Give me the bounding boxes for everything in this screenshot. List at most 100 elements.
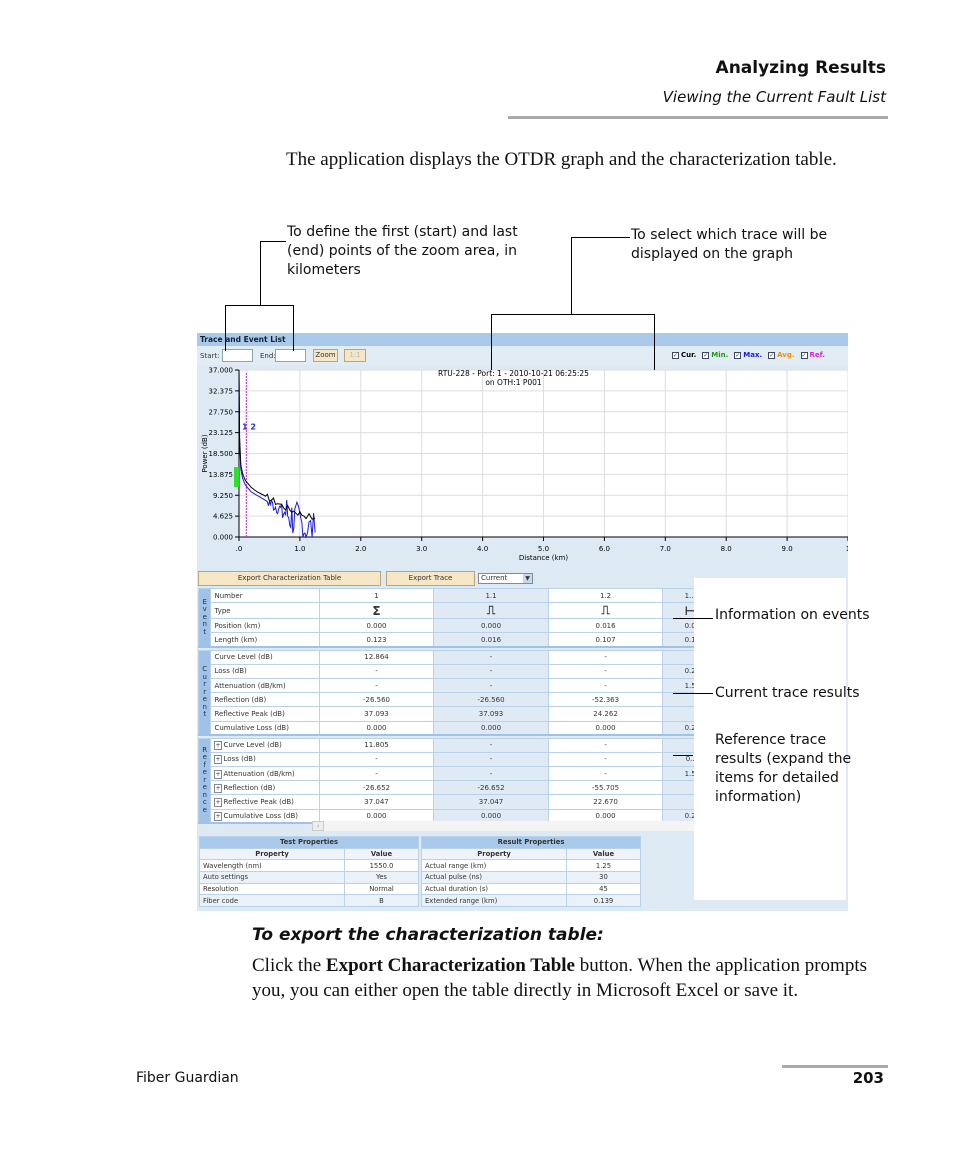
callout-line bbox=[673, 693, 713, 694]
horizontal-scrollbar[interactable] bbox=[324, 821, 694, 831]
x-tick-label: 3.0 bbox=[416, 545, 427, 553]
cell: Σ bbox=[318, 602, 435, 620]
callout-line bbox=[673, 755, 693, 756]
property-name: Wavelength (nm) bbox=[199, 859, 345, 873]
checkbox-label: Ref. bbox=[809, 351, 825, 359]
row-label: Length (km) bbox=[210, 632, 320, 648]
cell: 0.000 bbox=[547, 720, 664, 736]
checkbox-label: Cur. bbox=[681, 351, 697, 359]
callout-line bbox=[225, 305, 226, 351]
expand-icon[interactable]: + bbox=[214, 811, 222, 821]
scroll-left-icon[interactable]: ‹ bbox=[312, 821, 324, 831]
expand-icon[interactable]: + bbox=[214, 755, 222, 765]
property-value: 45 bbox=[566, 882, 641, 896]
expand-icon[interactable]: + bbox=[214, 769, 222, 779]
properties-title: Result Properties bbox=[421, 836, 641, 849]
x-tick-label: 6.0 bbox=[599, 545, 610, 553]
callout-line bbox=[673, 618, 713, 619]
cell: - bbox=[433, 649, 549, 665]
y-tick-label: 37.000 bbox=[209, 367, 234, 375]
trace-checkbox-max[interactable]: ✓ Max. bbox=[734, 351, 762, 359]
start-input[interactable] bbox=[222, 349, 253, 362]
cell: 11.805 bbox=[318, 737, 435, 753]
row-label[interactable]: + Loss (dB) bbox=[210, 751, 320, 768]
property-value: 0.139 bbox=[566, 894, 641, 908]
cell: 37.093 bbox=[318, 706, 435, 722]
cell: ⎍ bbox=[433, 602, 549, 620]
result-properties-table: Result Properties Property Value Actual ran… bbox=[421, 836, 641, 908]
expand-icon[interactable]: + bbox=[214, 783, 222, 793]
cell: 24.262 bbox=[547, 706, 664, 722]
export-paragraph: Click the Export Characterization Table … bbox=[252, 953, 872, 1003]
export-trace-button[interactable]: Export Trace bbox=[386, 571, 475, 586]
row-label[interactable]: + Reflective Peak (dB) bbox=[210, 794, 320, 810]
trace-checkbox-avg[interactable]: ✓ Avg. bbox=[768, 351, 795, 359]
callout-line bbox=[571, 237, 572, 315]
end-label: End: bbox=[260, 352, 276, 360]
table-row: Actual pulse (ns) 30 bbox=[421, 871, 641, 884]
property-name: Actual range (km) bbox=[421, 859, 567, 873]
trace-select-value: Current bbox=[481, 574, 508, 582]
checkbox-label: Min. bbox=[711, 351, 729, 359]
row-label[interactable]: + Cumulative Loss (dB) bbox=[210, 808, 320, 824]
export-characterization-table-button[interactable]: Export Characterization Table bbox=[198, 571, 381, 586]
cell: -26.560 bbox=[318, 692, 435, 708]
table-row: Re f e r e n c e + Curve Level (dB) 11.805- - bbox=[197, 737, 718, 824]
intro-paragraph: The application displays the OTDR graph … bbox=[286, 149, 837, 170]
row-label[interactable]: + Reflection (dB) bbox=[210, 780, 320, 796]
property-value: 30 bbox=[566, 871, 641, 884]
y-axis-label: Power (dB) bbox=[201, 434, 209, 472]
property-name: Resolution bbox=[199, 882, 345, 896]
x-tick-label: 9.0 bbox=[782, 545, 793, 553]
cell: - bbox=[318, 663, 435, 679]
end-input[interactable] bbox=[275, 349, 306, 362]
cell: - bbox=[433, 737, 549, 753]
callout-line bbox=[571, 237, 630, 238]
table-row: + Reflective Peak (dB) 37.047 37.047 22.670 bbox=[199, 794, 718, 810]
row-label[interactable]: + Curve Level (dB) bbox=[210, 737, 320, 753]
cell: - bbox=[433, 663, 549, 679]
zoom-button[interactable]: Zoom bbox=[313, 349, 338, 362]
checkbox-icon: ✓ bbox=[800, 351, 808, 359]
property-value: 1550.0 bbox=[344, 859, 419, 873]
reference-level-marker bbox=[234, 467, 239, 488]
cell: - bbox=[547, 649, 664, 665]
trace-select[interactable]: Current ▼ bbox=[478, 573, 533, 584]
otdr-chart: .0 1.0 2.0 3.0 4.0 5.0 6.0 7.0 8.0 9.0 1 37.000 32.3… bbox=[201, 367, 848, 562]
cell: 0.016 bbox=[547, 618, 664, 634]
cell: - bbox=[433, 766, 549, 782]
table-row: Reflection (dB) -26.560 -26.560 -52.363 bbox=[199, 692, 718, 708]
trace-checkbox-ref[interactable]: ✓ Ref. bbox=[800, 351, 825, 359]
table-row: Attenuation (dB/km) - - -1.5 bbox=[199, 677, 718, 694]
event-marker-label: 1 2 bbox=[242, 423, 256, 432]
callout-current: Current trace results bbox=[715, 685, 860, 701]
callout-line bbox=[260, 241, 286, 242]
property-value: Normal bbox=[344, 882, 419, 896]
cell: - bbox=[433, 751, 549, 768]
cell: 1.2 bbox=[547, 587, 664, 604]
row-label: Number bbox=[210, 587, 320, 604]
checkbox-icon: ✓ bbox=[734, 351, 742, 359]
cell: - bbox=[433, 677, 549, 694]
table-row: Ev e n t Number 1 1.1 1.2 1... bbox=[197, 587, 718, 648]
reset-zoom-button[interactable]: 1:1 bbox=[344, 349, 366, 362]
expand-icon[interactable]: + bbox=[214, 798, 222, 808]
y-tick-label: 23.125 bbox=[209, 429, 234, 437]
property-value: Yes bbox=[344, 871, 419, 884]
trace-checkbox-cur[interactable]: ✓ Cur. bbox=[672, 351, 696, 359]
property-value: B bbox=[344, 894, 419, 908]
trace-checkbox-min[interactable]: ✓ Min. bbox=[702, 351, 728, 359]
page-number: 203 bbox=[852, 1069, 884, 1087]
chart-subtitle: on OTH:1 P001 bbox=[485, 378, 542, 387]
row-label: Attenuation (dB/km) bbox=[210, 677, 320, 694]
panel-title: Trace and Event List bbox=[197, 333, 848, 346]
row-label: Type bbox=[210, 602, 320, 620]
cell: 0.000 bbox=[318, 618, 435, 634]
checkbox-icon: ✓ bbox=[702, 351, 710, 359]
expand-icon[interactable]: + bbox=[214, 741, 222, 751]
row-label[interactable]: + Attenuation (dB/km) bbox=[210, 766, 320, 782]
callout-events: Information on events bbox=[715, 607, 870, 623]
section-title: Analyzing Results bbox=[715, 58, 886, 78]
y-tick-label: 27.750 bbox=[209, 408, 234, 416]
property-name: Actual pulse (ns) bbox=[421, 871, 567, 884]
